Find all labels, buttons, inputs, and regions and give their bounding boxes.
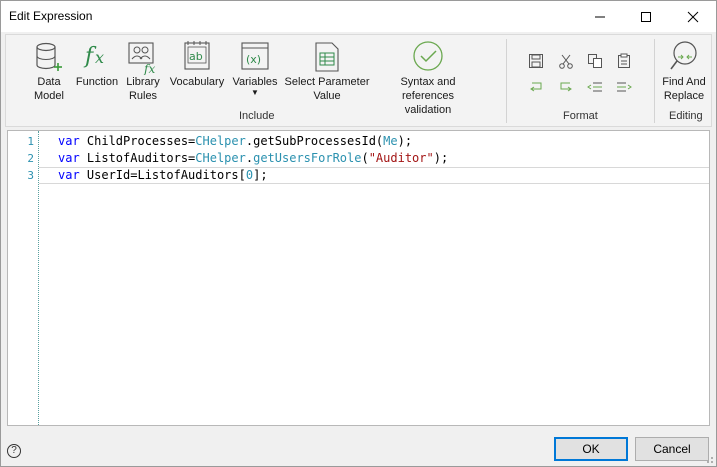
close-button[interactable] [670, 1, 716, 32]
outdent-icon[interactable] [587, 79, 603, 95]
code-token: . [245, 134, 254, 148]
title-bar: Edit Expression [1, 1, 716, 32]
code-line: var ChildProcesses=CHelper.getSubProcess… [58, 133, 412, 150]
function-button[interactable]: f x Function [74, 39, 120, 89]
code-line: var UserId=ListofAuditors[0]; [58, 167, 268, 184]
svg-text:fx: fx [143, 62, 155, 75]
code-token: var [58, 151, 80, 165]
code-line: var ListofAuditors=CHelper.getUsersForRo… [58, 150, 448, 167]
close-icon [687, 11, 699, 23]
ribbon-toolbar: Data Model f x Function fx Library Rules… [5, 34, 712, 127]
variables-button[interactable]: (x) Variables ▼ [230, 39, 280, 97]
code-token: ( [361, 151, 369, 165]
save-icon[interactable] [528, 53, 544, 69]
database-icon [24, 39, 74, 75]
validation-check-icon [374, 39, 482, 75]
redo-icon[interactable] [558, 79, 574, 95]
cancel-button[interactable]: Cancel [635, 437, 709, 461]
format-group-label: Format [563, 110, 598, 122]
help-icon[interactable]: ? [7, 444, 21, 458]
data-model-button[interactable]: Data Model [24, 39, 74, 103]
line-number: 3 [27, 169, 34, 182]
function-fx-icon: f x [74, 39, 120, 75]
code-token: ChildProcesses= [79, 134, 196, 148]
svg-text:ab: ab [189, 50, 203, 63]
code-token: getSubProcessesId [253, 134, 376, 148]
code-token: var [58, 168, 80, 182]
chevron-down-icon: ▼ [251, 88, 259, 97]
line-number: 2 [27, 152, 34, 165]
include-group-label: Include [239, 110, 275, 122]
group-divider [506, 39, 507, 123]
select-parameter-value-button[interactable]: Select Parameter Value [282, 39, 372, 103]
indent-icon[interactable] [616, 79, 632, 95]
svg-text:(x): (x) [246, 53, 261, 66]
code-token: CHelper [195, 151, 246, 165]
editing-group-label: Editing [669, 110, 703, 122]
vocabulary-button[interactable]: ab Vocabulary [167, 39, 227, 89]
svg-text:x: x [95, 48, 104, 67]
edit-expression-dialog: Edit Expression Data Model f x Function … [0, 0, 717, 467]
maximize-icon [641, 12, 651, 22]
maximize-button[interactable] [623, 1, 669, 32]
code-token: Me [383, 134, 398, 148]
code-editor[interactable]: 1 var ChildProcesses=CHelper.getSubProces… [7, 130, 710, 426]
vocabulary-icon: ab [167, 39, 227, 75]
minimize-button[interactable] [577, 1, 623, 32]
code-token: ); [433, 151, 449, 165]
code-token: 0 [245, 168, 254, 182]
paste-icon[interactable] [616, 53, 632, 69]
copy-icon[interactable] [587, 53, 603, 69]
code-token: . [245, 151, 254, 165]
window-title: Edit Expression [9, 9, 93, 23]
group-divider [654, 39, 655, 123]
code-token: ListofAuditors= [79, 151, 196, 165]
code-token: ); [397, 134, 413, 148]
library-rules-icon: fx [121, 39, 165, 76]
code-token: CHelper [195, 134, 246, 148]
minimize-icon [595, 16, 605, 18]
cut-icon[interactable] [558, 53, 574, 69]
code-token: UserId=ListofAuditors[ [79, 168, 246, 182]
resize-grip-icon[interactable] [704, 454, 714, 464]
line-number: 1 [27, 135, 34, 148]
code-token: "Auditor" [368, 151, 434, 165]
ok-button[interactable]: OK [554, 437, 628, 461]
syntax-validation-button[interactable]: Syntax and references validation [374, 39, 482, 117]
select-parameter-icon [282, 39, 372, 75]
find-and-replace-button[interactable]: Find And Replace [658, 39, 710, 103]
variables-icon: (x) [230, 39, 280, 75]
code-token: getUsersForRole [253, 151, 362, 165]
code-token: var [58, 134, 80, 148]
code-token: ]; [253, 168, 268, 182]
undo-icon[interactable] [528, 79, 544, 95]
find-replace-icon [658, 39, 710, 75]
library-rules-button[interactable]: fx Library Rules [121, 39, 165, 103]
